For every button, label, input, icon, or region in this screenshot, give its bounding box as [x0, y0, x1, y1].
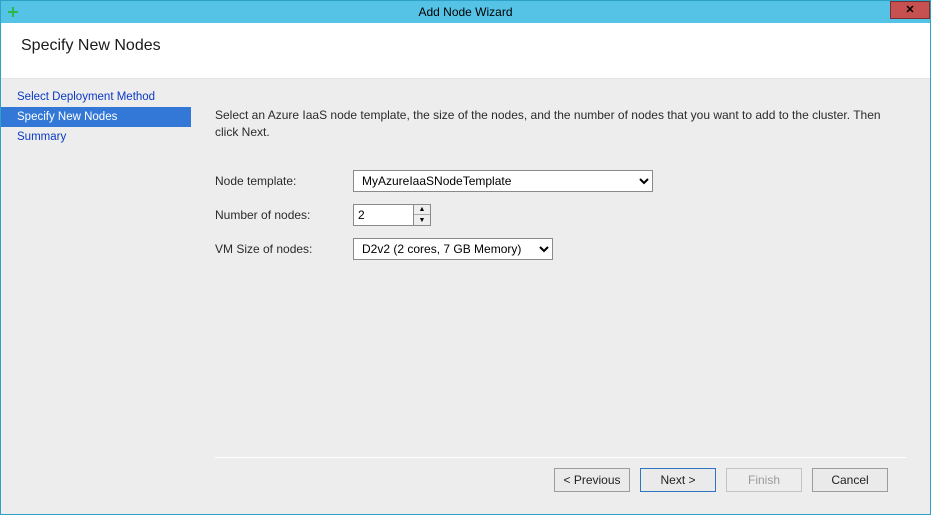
node-template-label: Node template:	[215, 174, 345, 188]
wizard-footer: < Previous Next > Finish Cancel	[215, 457, 906, 504]
vm-size-select[interactable]: D2v2 (2 cores, 7 GB Memory)	[353, 238, 553, 260]
wizard-window: Add Node Wizard ✕ Specify New Nodes Sele…	[0, 0, 931, 515]
wizard-content: Select an Azure IaaS node template, the …	[191, 79, 930, 514]
number-of-nodes-spinner: ▲ ▼	[353, 204, 431, 226]
number-of-nodes-label: Number of nodes:	[215, 208, 345, 222]
vm-size-label: VM Size of nodes:	[215, 242, 345, 256]
step-select-deployment-method[interactable]: Select Deployment Method	[1, 87, 191, 107]
page-title: Specify New Nodes	[21, 37, 930, 55]
number-of-nodes-up[interactable]: ▲	[414, 205, 430, 216]
number-of-nodes-down[interactable]: ▼	[414, 215, 430, 225]
wizard-body: Select Deployment Method Specify New Nod…	[1, 79, 930, 514]
form: Node template: MyAzureIaaSNodeTemplate N…	[215, 170, 906, 260]
finish-button[interactable]: Finish	[726, 468, 802, 492]
titlebar: Add Node Wizard ✕	[1, 1, 930, 23]
close-button[interactable]: ✕	[890, 1, 930, 19]
previous-button[interactable]: < Previous	[554, 468, 630, 492]
number-of-nodes-input[interactable]	[353, 204, 413, 226]
intro-text: Select an Azure IaaS node template, the …	[215, 107, 906, 142]
node-template-select[interactable]: MyAzureIaaSNodeTemplate	[353, 170, 653, 192]
step-summary[interactable]: Summary	[1, 127, 191, 147]
next-button[interactable]: Next >	[640, 468, 716, 492]
wizard-header: Specify New Nodes	[1, 23, 930, 79]
app-icon	[7, 6, 19, 18]
window-title: Add Node Wizard	[1, 5, 930, 19]
wizard-steps-sidebar: Select Deployment Method Specify New Nod…	[1, 79, 191, 514]
step-specify-new-nodes[interactable]: Specify New Nodes	[1, 107, 191, 127]
close-icon: ✕	[905, 5, 914, 16]
cancel-button[interactable]: Cancel	[812, 468, 888, 492]
